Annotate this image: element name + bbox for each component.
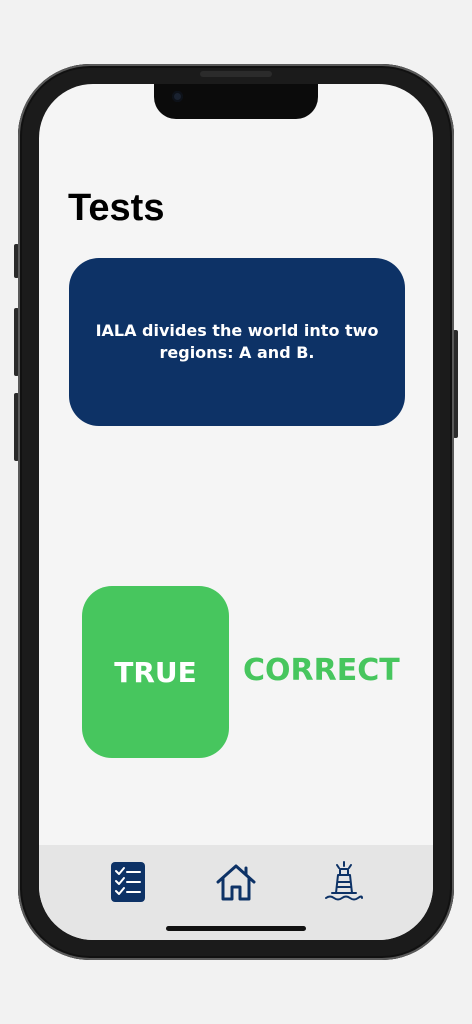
tab-tests[interactable] (104, 858, 152, 906)
home-indicator[interactable] (166, 926, 306, 931)
tab-home[interactable] (212, 858, 260, 906)
buoy-icon (325, 861, 363, 901)
tab-buoy[interactable] (320, 858, 368, 906)
device-mockup: Tests IALA divides the world into two re… (0, 0, 472, 1024)
home-icon (216, 864, 256, 901)
result-feedback: CORRECT (243, 653, 400, 688)
front-camera (172, 91, 183, 102)
question-text: IALA divides the world into two regions:… (95, 321, 379, 362)
question-card: IALA divides the world into two regions:… (69, 258, 405, 426)
page-title: Tests (68, 187, 165, 229)
true-answer-button[interactable]: TRUE (82, 586, 229, 758)
answer-button-label: TRUE (114, 655, 197, 689)
checklist-icon (111, 862, 145, 902)
earpiece-speaker (200, 71, 272, 77)
